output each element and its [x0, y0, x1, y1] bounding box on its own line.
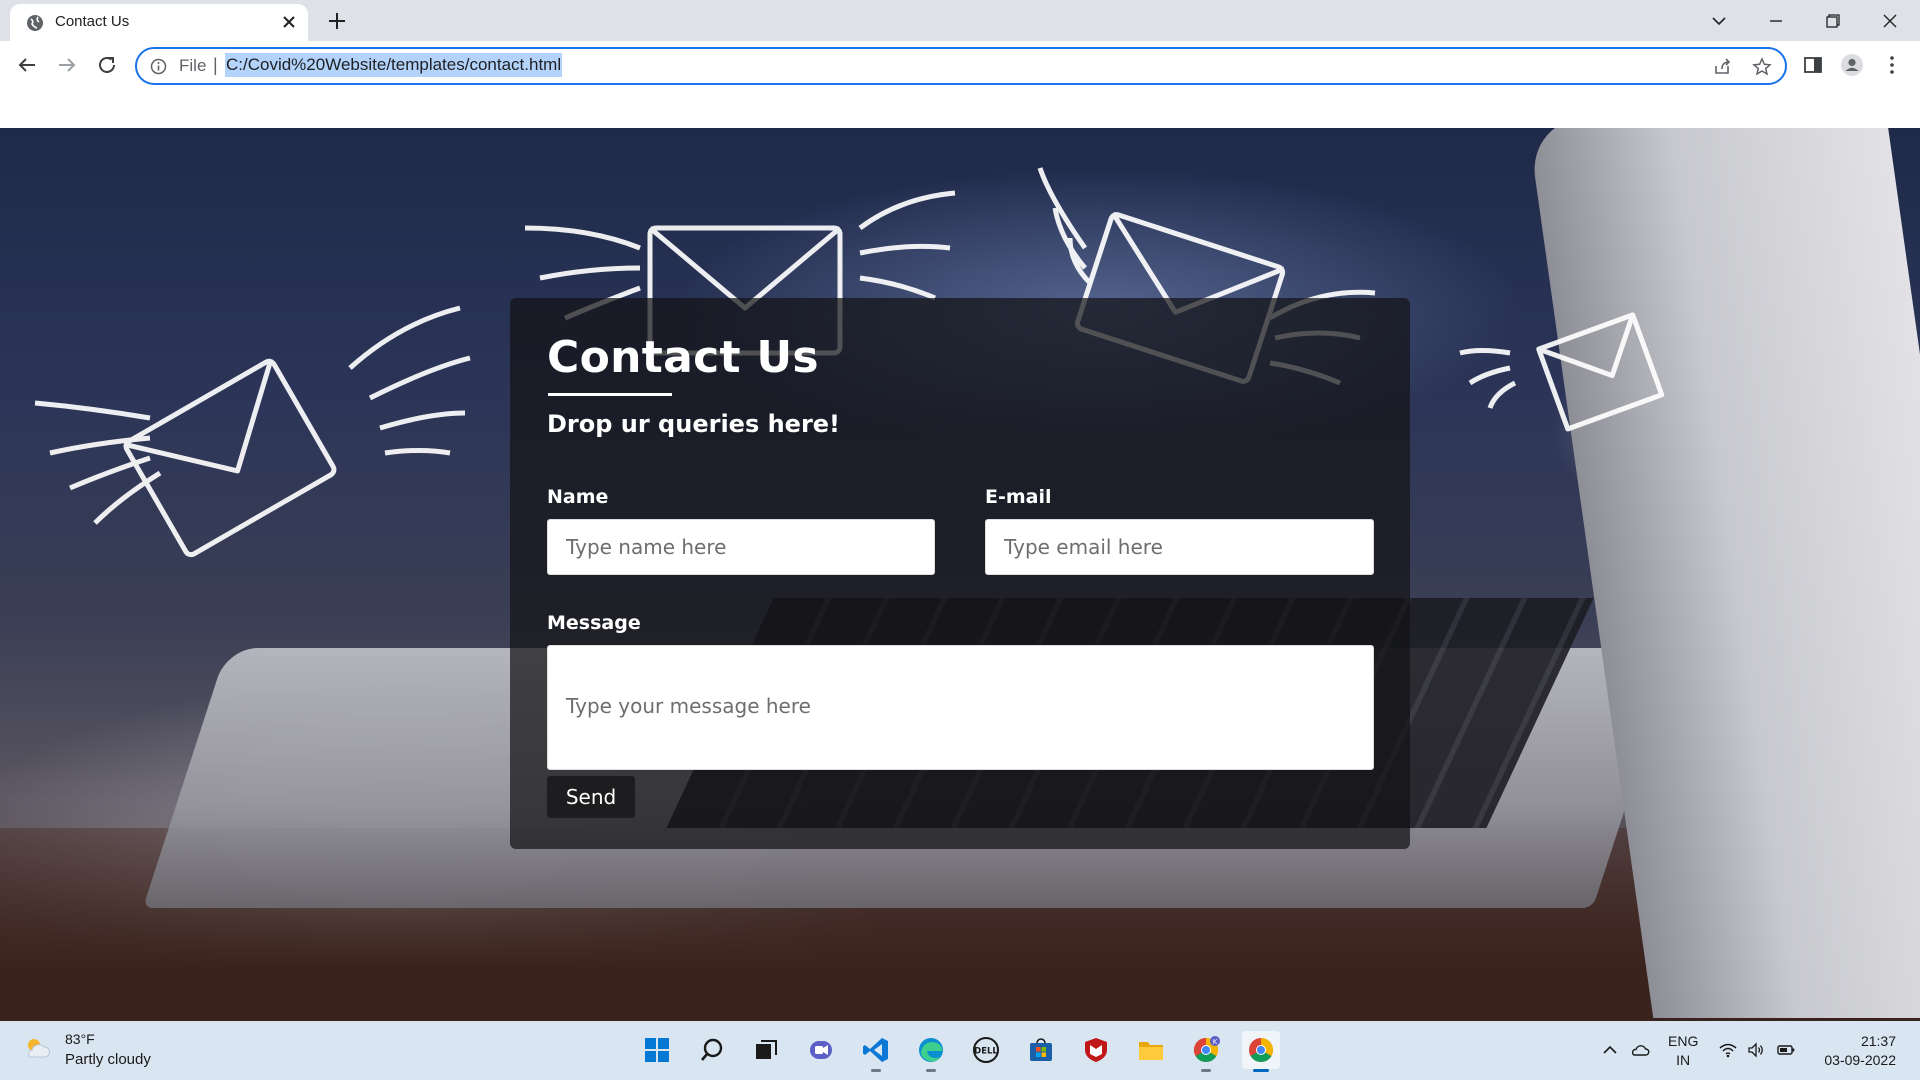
chrome-profile-badge: K — [1213, 1038, 1218, 1046]
chrome-icon — [1249, 1038, 1274, 1063]
new-tab-icon[interactable] — [326, 10, 348, 32]
chrome-profile-button[interactable]: K — [1187, 1031, 1225, 1072]
active-indicator — [1253, 1069, 1269, 1072]
windows-taskbar: 83°F Partly cloudy DELL K ENG IN 21:37 0… — [0, 1021, 1920, 1080]
message-textarea[interactable] — [547, 645, 1374, 770]
email-label: E-mail — [985, 486, 1052, 508]
taskbar-search-button[interactable] — [693, 1031, 731, 1069]
url-separator: | — [213, 55, 218, 75]
url-scheme-label: File — [179, 56, 207, 75]
share-icon[interactable] — [1712, 57, 1732, 77]
tab-title: Contact Us — [55, 13, 130, 30]
mcafee-shield-icon — [1085, 1038, 1107, 1062]
browser-titlebar: Contact Us — [0, 0, 1920, 41]
chrome-active-button[interactable] — [1242, 1031, 1280, 1072]
language-code: ENG — [1668, 1033, 1699, 1049]
address-bar[interactable]: File | C:/Covid%20Website/templates/cont… — [135, 47, 1787, 85]
file-explorer-button[interactable] — [1132, 1031, 1170, 1069]
forward-icon[interactable] — [55, 53, 79, 77]
tab-search-chevron-icon[interactable] — [1706, 8, 1732, 34]
site-info-icon[interactable] — [150, 58, 167, 75]
show-hidden-icons-chevron-icon[interactable] — [1600, 1040, 1620, 1060]
message-label: Message — [547, 612, 641, 634]
running-indicator — [1201, 1069, 1211, 1072]
contact-form-card: Contact Us Drop ur queries here! Name E-… — [510, 298, 1410, 849]
svg-text:DELL: DELL — [974, 1047, 998, 1057]
search-icon — [701, 1038, 723, 1061]
language-region: IN — [1676, 1052, 1691, 1068]
weather-description: Partly cloudy — [65, 1051, 151, 1068]
profile-avatar-icon[interactable] — [1840, 53, 1864, 77]
dell-app-button[interactable]: DELL — [967, 1031, 1005, 1069]
start-button[interactable] — [638, 1031, 676, 1069]
windows-logo-icon — [645, 1038, 669, 1062]
url-text[interactable]: C:/Covid%20Website/templates/contact.htm… — [225, 53, 563, 77]
browser-toolbar: File | C:/Covid%20Website/templates/cont… — [0, 41, 1920, 89]
teams-chat-icon — [810, 1041, 832, 1059]
onedrive-cloud-icon[interactable] — [1630, 1040, 1650, 1060]
close-tab-icon[interactable] — [280, 13, 298, 31]
name-input[interactable] — [547, 519, 935, 575]
chrome-icon: K — [1193, 1036, 1220, 1063]
edge-button[interactable] — [912, 1031, 950, 1072]
page-subtitle: Drop ur queries here! — [547, 410, 841, 438]
battery-icon[interactable] — [1776, 1040, 1796, 1060]
wifi-icon[interactable] — [1718, 1040, 1738, 1060]
running-indicator — [926, 1069, 936, 1072]
page-title: Contact Us — [547, 332, 819, 383]
folder-icon — [1139, 1042, 1163, 1060]
side-panel-icon[interactable] — [1801, 53, 1825, 77]
email-input[interactable] — [985, 519, 1374, 575]
hero-background: Contact Us Drop ur queries here! Name E-… — [0, 128, 1920, 1021]
task-view-button[interactable] — [747, 1031, 785, 1069]
store-bag-icon — [1030, 1038, 1052, 1061]
task-view-icon — [756, 1040, 777, 1059]
input-language-indicator[interactable]: ENG IN — [1668, 1032, 1698, 1070]
teams-chat-button[interactable] — [802, 1031, 840, 1069]
clock-time: 21:37 — [1860, 1033, 1896, 1049]
bookmark-star-icon[interactable] — [1752, 57, 1772, 77]
mcafee-button[interactable] — [1077, 1031, 1115, 1069]
back-icon[interactable] — [15, 53, 39, 77]
send-button[interactable]: Send — [547, 776, 635, 818]
microsoft-store-button[interactable] — [1022, 1031, 1060, 1069]
dell-logo-icon: DELL — [973, 1037, 999, 1063]
minimize-icon[interactable] — [1763, 8, 1789, 34]
close-window-icon[interactable] — [1877, 8, 1903, 34]
edge-browser-icon — [919, 1038, 943, 1062]
system-clock[interactable]: 21:37 03-09-2022 — [1818, 1032, 1896, 1070]
weather-temperature: 83°F — [65, 1031, 95, 1047]
title-underline — [548, 393, 672, 396]
name-label: Name — [547, 486, 609, 508]
globe-icon — [27, 15, 43, 31]
restore-icon[interactable] — [1820, 8, 1846, 34]
running-indicator — [871, 1069, 881, 1072]
vscode-icon — [863, 1038, 888, 1062]
page-viewport: Contact Us Drop ur queries here! Name E-… — [0, 89, 1920, 1021]
partly-cloudy-icon — [28, 1039, 51, 1058]
more-menu-icon[interactable] — [1880, 53, 1904, 77]
vscode-button[interactable] — [857, 1031, 895, 1072]
browser-tab[interactable]: Contact Us — [10, 4, 308, 41]
volume-icon[interactable] — [1746, 1040, 1766, 1060]
clock-date: 03-09-2022 — [1824, 1052, 1896, 1068]
reload-icon[interactable] — [95, 53, 119, 77]
